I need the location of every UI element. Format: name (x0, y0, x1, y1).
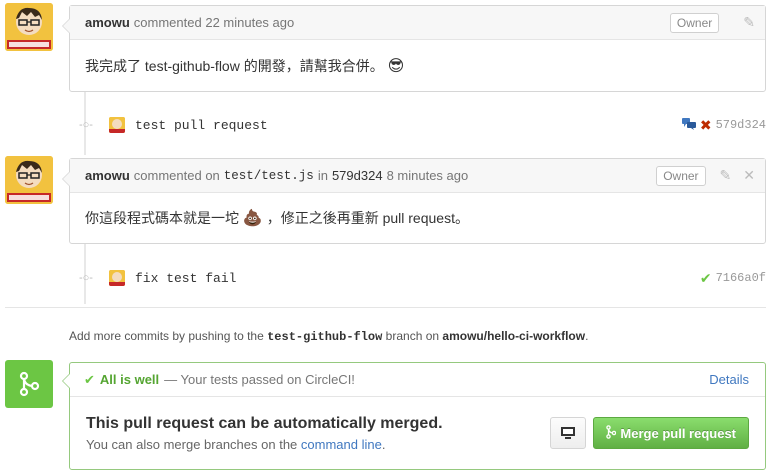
file-path-link[interactable]: test/test.js (224, 169, 314, 183)
comment-header: amowu commented on test/test.js in 579d3… (70, 159, 765, 193)
commit-message[interactable]: test pull request (135, 118, 268, 133)
comment-discussion-icon[interactable] (681, 117, 696, 133)
comment-1: amowu commented 22 minutes ago Owner ✎ 我… (62, 5, 766, 92)
in-word: in (317, 168, 328, 183)
comment-text-after: ，修正之後再重新 pull request。 (266, 210, 469, 226)
fail-x-icon[interactable]: ✖ (700, 117, 712, 134)
merge-status-icon (5, 360, 53, 408)
comment-author[interactable]: amowu (85, 168, 130, 183)
commit-sha-link[interactable]: 579d324 (332, 168, 383, 183)
commit-icon: -○- (79, 272, 93, 284)
commit-row: -○- test pull request ✖ 579d324 (69, 110, 766, 140)
pencil-icon[interactable]: ✎ (743, 14, 755, 31)
open-desktop-button[interactable] (550, 417, 587, 449)
commit-message[interactable]: fix test fail (135, 271, 236, 286)
sunglasses-emoji-icon: 😎 (387, 57, 405, 75)
merge-pull-request-button[interactable]: Merge pull request (593, 417, 749, 449)
close-icon[interactable]: ✕ (743, 167, 755, 184)
details-link[interactable]: Details (709, 372, 749, 387)
merge-subtext: You can also merge branches on the comma… (86, 437, 550, 452)
poop-emoji-icon: 💩 (242, 210, 263, 227)
comment-body: 我完成了 test-github-flow 的開發，請幫我合併。 😎 (70, 40, 765, 91)
commit-icon: -○- (79, 119, 93, 131)
check-icon[interactable]: ✔ (700, 270, 712, 287)
ci-status-title: All is well (99, 372, 160, 387)
comment-author[interactable]: amowu (85, 15, 130, 30)
merge-sub-suffix: . (381, 436, 386, 452)
push-hint-suffix: . (585, 329, 589, 343)
ci-status-row: ✔ All is well — Your tests passed on Cir… (70, 363, 765, 397)
merge-button-label: Merge pull request (620, 425, 736, 441)
commit-sha[interactable]: 7166a0f (716, 271, 766, 285)
comment-action: commented (133, 15, 202, 30)
comment-body: 你這段程式碼本就是一坨 💩 ，修正之後再重新 pull request。 (70, 193, 765, 243)
repo-name: amowu/hello-ci-workflow (442, 329, 586, 343)
comment-action: commented on (133, 168, 220, 183)
merge-row: This pull request can be automatically m… (70, 397, 765, 469)
desktop-icon (561, 427, 576, 439)
pencil-icon[interactable]: ✎ (720, 167, 732, 184)
comment-text: 你這段程式碼本就是一坨 (85, 210, 239, 226)
command-line-link[interactable]: command line (301, 437, 382, 452)
merge-headline: This pull request can be automatically m… (86, 414, 443, 432)
divider (5, 307, 766, 308)
commit-author-avatar[interactable] (109, 270, 125, 286)
git-merge-icon (606, 424, 617, 442)
comment-time[interactable]: 22 minutes ago (205, 15, 294, 30)
push-hint-middle: branch on (385, 329, 440, 343)
commit-author-avatar[interactable] (109, 117, 125, 133)
merge-sub-prefix: You can also merge branches on the (86, 436, 298, 452)
comment-time[interactable]: 8 minutes ago (387, 168, 469, 183)
comment-header: amowu commented 22 minutes ago Owner ✎ (70, 6, 765, 40)
merge-box: ✔ All is well — Your tests passed on Cir… (62, 362, 766, 470)
ci-status-desc: — Your tests passed on CircleCI! (164, 372, 355, 387)
comment-text: 我完成了 test-github-flow 的開發，請幫我合併。 (85, 57, 384, 74)
push-hint-prefix: Add more commits by pushing to the (69, 329, 264, 343)
git-merge-icon (19, 371, 40, 397)
check-icon: ✔ (84, 371, 95, 387)
owner-badge: Owner (669, 12, 720, 33)
commit-sha[interactable]: 579d324 (716, 118, 766, 132)
comment-2: amowu commented on test/test.js in 579d3… (62, 158, 766, 244)
avatar[interactable] (5, 3, 53, 51)
owner-badge: Owner (656, 165, 706, 186)
branch-name: test-github-flow (267, 330, 383, 344)
commit-row: -○- fix test fail ✔ 7166a0f (69, 263, 766, 293)
avatar[interactable] (5, 156, 53, 204)
push-hint: Add more commits by pushing to the test-… (69, 329, 588, 344)
